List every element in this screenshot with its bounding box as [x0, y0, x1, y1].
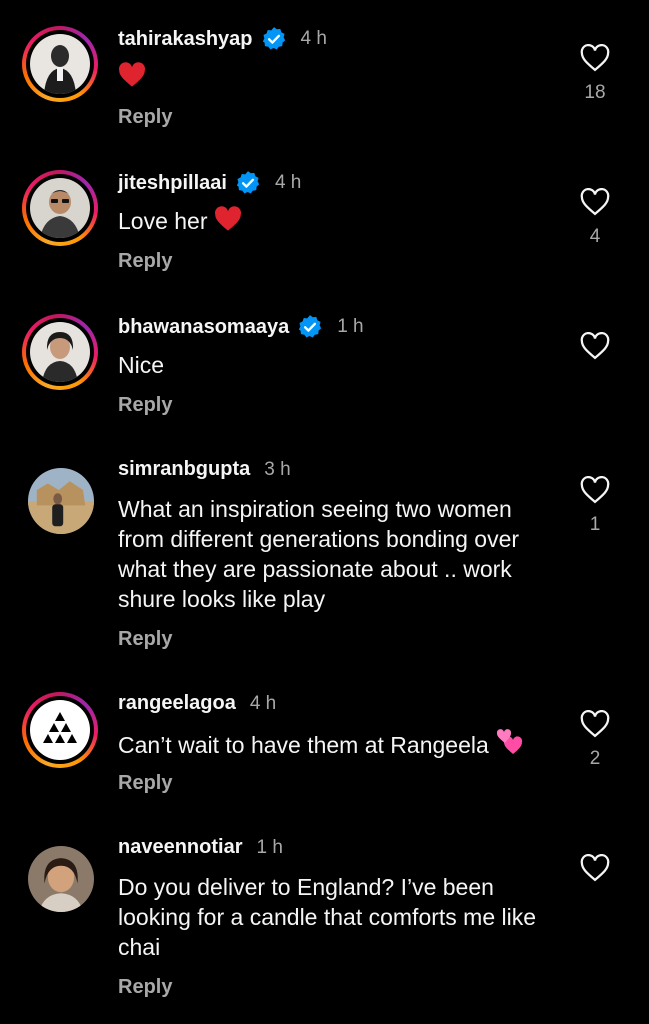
comment-text: Can’t wait to have them at Rangeela: [118, 728, 558, 763]
two-hearts-emoji: [495, 728, 525, 763]
heart-outline-icon[interactable]: [580, 188, 610, 216]
username[interactable]: jiteshpillaai: [118, 172, 227, 195]
verified-badge-icon: [297, 314, 323, 340]
like-count: 4: [589, 226, 601, 247]
reply-button[interactable]: Reply: [118, 976, 172, 999]
red-heart-emoji: [118, 62, 146, 95]
comment-timestamp: 1 h: [337, 316, 364, 337]
avatar[interactable]: [28, 846, 94, 912]
comment-timestamp: 4 h: [300, 28, 327, 49]
verified-badge-icon: [235, 170, 261, 196]
red-heart-emoji: [214, 206, 242, 239]
username[interactable]: bhawanasomaaya: [118, 316, 289, 339]
heart-outline-icon[interactable]: [580, 476, 610, 504]
avatar[interactable]: [22, 26, 98, 102]
comment-text: Nice: [118, 352, 165, 378]
like-count: 18: [584, 82, 606, 103]
reply-button[interactable]: Reply: [118, 628, 172, 651]
comment-timestamp: 4 h: [249, 692, 277, 714]
verified-badge-icon: [261, 26, 287, 52]
like-control: 4: [578, 188, 612, 248]
avatar[interactable]: [28, 468, 94, 534]
reply-button[interactable]: Reply: [118, 394, 172, 417]
username[interactable]: rangeelagoa: [118, 692, 236, 715]
comment-text: Do you deliver to England? I’ve been loo…: [118, 874, 537, 960]
comment-text: [118, 62, 558, 95]
like-control: 18: [578, 44, 612, 104]
like-control: 2: [578, 710, 612, 770]
like-count: 1: [589, 514, 601, 535]
username[interactable]: simranbgupta: [118, 458, 250, 481]
reply-button[interactable]: Reply: [118, 106, 172, 129]
avatar[interactable]: [22, 692, 98, 768]
username[interactable]: tahirakashyap: [118, 28, 253, 51]
reply-button[interactable]: Reply: [118, 250, 172, 273]
like-control: [578, 332, 612, 370]
comment-text: What an inspiration seeing two women fro…: [118, 496, 520, 612]
username[interactable]: naveennotiar: [118, 836, 242, 859]
comment-timestamp: 1 h: [256, 836, 283, 858]
comment-text: Love her: [118, 206, 558, 239]
heart-outline-icon[interactable]: [580, 332, 610, 360]
comment-timestamp: 3 h: [264, 458, 291, 480]
like-count: 2: [589, 748, 601, 769]
reply-button[interactable]: Reply: [118, 772, 172, 795]
like-control: [578, 854, 612, 892]
heart-outline-icon[interactable]: [580, 710, 610, 738]
heart-outline-icon[interactable]: [580, 854, 610, 882]
comment-timestamp: 4 h: [274, 172, 302, 193]
avatar[interactable]: [22, 314, 98, 390]
avatar[interactable]: [22, 170, 98, 246]
like-control: 1: [578, 476, 612, 536]
heart-outline-icon[interactable]: [580, 44, 610, 72]
